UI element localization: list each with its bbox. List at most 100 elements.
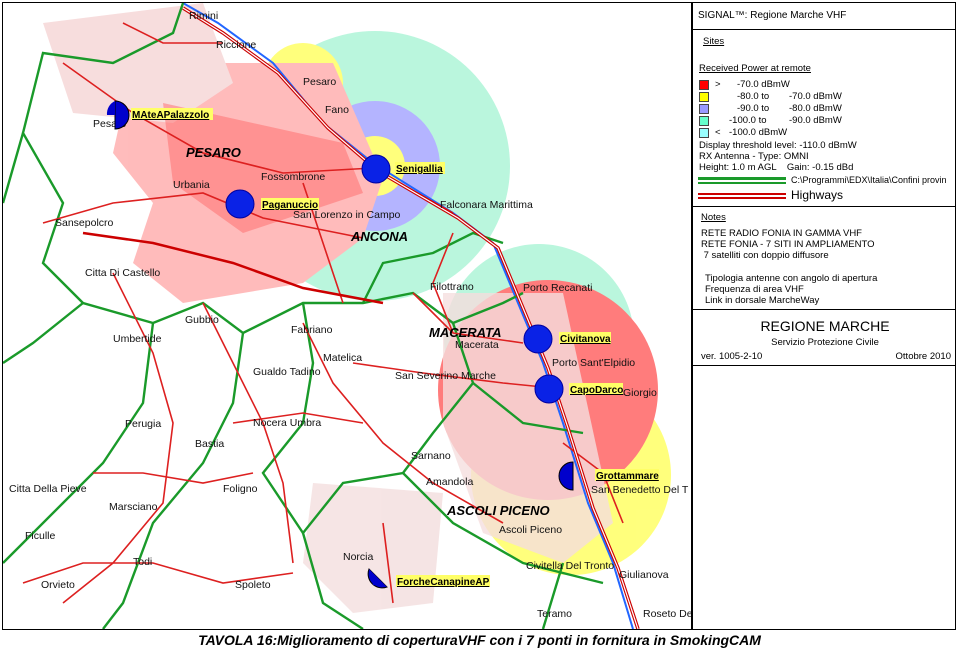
- town-label: Umbertide: [113, 333, 162, 345]
- coverage-map: PESARO ANCONA MACERATA ASCOLI PICENO Rim…: [3, 3, 691, 629]
- town-label: Amandola: [426, 476, 473, 488]
- org-subtitle: Servizio Protezione Civile: [771, 337, 879, 348]
- town-label: Falconara Marittima: [440, 199, 533, 211]
- site-label: Grottammare: [596, 471, 659, 482]
- figure-caption: TAVOLA 16:Miglioramento di coperturaVHF …: [198, 632, 761, 648]
- site-marker: [361, 154, 391, 184]
- town-label: Urbania: [173, 179, 210, 191]
- legend-row: > -70.0 dBmW: [699, 79, 790, 90]
- town-label: Sansepolcro: [55, 217, 114, 229]
- note-line: Frequenza di area VHF: [705, 284, 804, 295]
- town-label: Rimini: [189, 10, 218, 22]
- received-power-heading: Received Power at remote: [699, 63, 811, 74]
- site-label: ForcheCanapineAP: [397, 577, 490, 588]
- legend-text: -70.0 dBmW: [737, 79, 790, 90]
- site-label: CapoDarco: [570, 385, 623, 396]
- province-label: PESARO: [186, 145, 241, 160]
- panel-header: SIGNAL™: Regione Marche VHF: [693, 3, 955, 30]
- town-label: Porto Sant'Elpidio: [552, 357, 635, 369]
- town-label: San Benedetto Del T: [591, 484, 689, 496]
- town-label: Foligno: [223, 483, 258, 495]
- threshold-text: Display threshold level: -110.0 dBmW: [699, 140, 857, 151]
- legend-swatch: [699, 91, 709, 102]
- note-line: RETE RADIO FONIA IN GAMMA VHF: [701, 228, 862, 239]
- town-label: Fossombrone: [261, 171, 325, 183]
- town-label: Roseto De: [643, 608, 691, 620]
- site-label: MAteAPalazzolo: [132, 110, 209, 121]
- org-title: REGIONE MARCHE: [760, 318, 890, 334]
- sites-heading: Sites: [703, 36, 725, 47]
- town-label: San Severino Marche: [395, 370, 496, 382]
- town-label: Giulianova: [619, 569, 669, 581]
- site-marker: [523, 324, 553, 354]
- highways-label: Highways: [791, 188, 844, 202]
- province-label: ASCOLI PICENO: [446, 503, 550, 518]
- legend-row: -80.0 to -70.0 dBmW: [699, 91, 842, 102]
- town-label: Gualdo Tadino: [253, 366, 321, 378]
- map-sheet: PESARO ANCONA MACERATA ASCOLI PICENO Rim…: [2, 2, 956, 630]
- highway-legend: [698, 191, 788, 201]
- town-label: Filottrano: [430, 281, 474, 293]
- legend-row: -90.0 to -80.0 dBmW: [699, 103, 842, 114]
- town-label: Teramo: [537, 608, 572, 620]
- boundary-path-text: C:\Programmi\EDX\Italia\Confini provin: [791, 175, 947, 185]
- legend-swatch: [699, 103, 709, 114]
- legend-text: -100.0 dBmW: [729, 127, 788, 138]
- town-label: Fano: [325, 104, 349, 116]
- note-line: 7 satelliti con doppio diffusore: [701, 250, 829, 261]
- town-label: Sarnano: [411, 450, 451, 462]
- legend-text: -90.0 dBmW: [789, 115, 842, 126]
- town-label: Giorgio: [623, 387, 657, 399]
- legend-text: -90.0 to: [737, 103, 770, 114]
- note-line: RETE FONIA - 7 SITI IN AMPLIAMENTO: [701, 239, 875, 250]
- site-marker: [225, 189, 255, 219]
- legend-text: -100.0 to: [729, 115, 767, 126]
- legend-text: -80.0 to: [737, 91, 770, 102]
- town-label: Riccione: [216, 39, 256, 51]
- legend-swatch: [699, 127, 709, 138]
- province-label: ANCONA: [350, 229, 408, 244]
- town-label: Macerata: [455, 339, 499, 351]
- title-block: REGIONE MARCHE Servizio Protezione Civil…: [693, 310, 955, 366]
- town-label: Marsciano: [109, 501, 158, 513]
- town-label: Fabriano: [291, 324, 333, 336]
- date-text: Ottobre 2010: [895, 351, 951, 362]
- town-label: Norcia: [343, 551, 374, 563]
- version-text: ver. 1005-2-10: [701, 351, 763, 362]
- town-label: Orvieto: [41, 579, 75, 591]
- town-label: Porto Recanati: [523, 282, 592, 294]
- town-label: Todi: [133, 556, 152, 568]
- town-label: Ascoli Piceno: [499, 524, 562, 536]
- height-gain-text: Height: 1.0 m AGL Gain: -0.15 dBd: [699, 162, 854, 173]
- province-label: MACERATA: [429, 325, 501, 340]
- town-label: Ficulle: [25, 530, 56, 542]
- town-label: Perugia: [125, 418, 161, 430]
- panel-title: SIGNAL™: Regione Marche VHF: [698, 10, 847, 21]
- town-label: Civitella Del Tronto: [526, 560, 614, 572]
- site-label: Paganuccio: [262, 200, 318, 211]
- note-line: Link in dorsale MarcheWay: [705, 295, 820, 306]
- town-label: Bastia: [195, 438, 224, 450]
- site-label: Senigallia: [396, 164, 443, 175]
- legend-swatch: [699, 79, 709, 90]
- note-line: Tipologia antenne con angolo di apertura: [705, 273, 878, 284]
- site-marker: [534, 374, 564, 404]
- legend-row: -100.0 to -90.0 dBmW: [699, 115, 842, 126]
- notes-heading: Notes: [701, 212, 726, 223]
- legend-swatch: [699, 115, 709, 126]
- town-label: Pesaro: [303, 76, 336, 88]
- legend-text: >: [715, 79, 721, 90]
- town-label: Gubbio: [185, 314, 219, 326]
- site-label: Civitanova: [560, 334, 611, 345]
- boundary-legend: [698, 176, 788, 186]
- town-label: Citta Della Pieve: [9, 483, 87, 495]
- legend-panel: SIGNAL™: Regione Marche VHF Sites Receiv…: [691, 3, 955, 629]
- sites-section: Sites Received Power at remote > -70.0 d…: [693, 30, 955, 207]
- notes-section: Notes RETE RADIO FONIA IN GAMMA VHF RETE…: [693, 207, 955, 310]
- legend-text: <: [715, 127, 721, 138]
- legend-text: -80.0 dBmW: [789, 103, 842, 114]
- town-label: Citta Di Castello: [85, 267, 160, 279]
- antenna-text: RX Antenna - Type: OMNI: [699, 151, 809, 162]
- town-label: Spoleto: [235, 579, 271, 591]
- legend-row: < -100.0 dBmW: [699, 127, 787, 138]
